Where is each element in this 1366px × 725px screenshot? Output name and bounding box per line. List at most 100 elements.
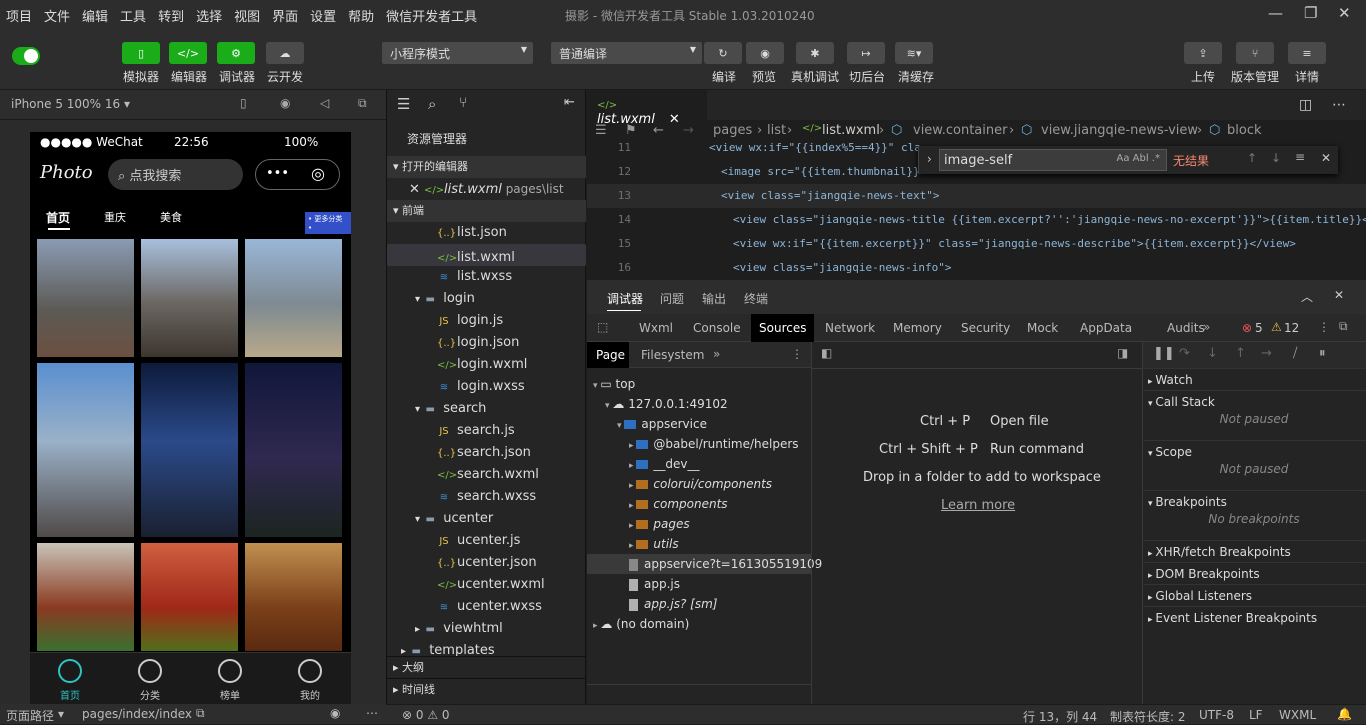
- tab-chongqing[interactable]: 重庆: [104, 209, 126, 225]
- photo-tile[interactable]: [141, 543, 238, 651]
- remote-debug-button[interactable]: 真机调试: [787, 68, 843, 85]
- problems-status[interactable]: ⊗ 0 ⚠ 0: [402, 708, 450, 722]
- sim-toggle[interactable]: [12, 47, 40, 65]
- frontend-header[interactable]: ▾ 前端: [387, 200, 586, 222]
- clear-cache-button[interactable]: 清缓存: [888, 68, 944, 85]
- source-folder[interactable]: ▾ ☁ 127.0.0.1:49102: [605, 394, 728, 414]
- file-item[interactable]: {..}list.json: [387, 222, 586, 244]
- step-into-icon[interactable]: ↓: [1207, 346, 1218, 361]
- devtools-tab-console[interactable]: Console: [693, 321, 741, 335]
- tab-size[interactable]: 制表符长度: 2: [1110, 708, 1186, 725]
- step-out-icon[interactable]: ↑: [1235, 346, 1246, 361]
- folder-item[interactable]: ▸ ▬ viewhtml: [387, 618, 586, 640]
- chevron-up-icon[interactable]: ︿: [1301, 288, 1313, 305]
- source-folder[interactable]: ▾ ▭ top: [593, 374, 635, 394]
- menu-item[interactable]: 编辑: [76, 6, 114, 25]
- pane-watch[interactable]: ▸ Watch: [1142, 368, 1366, 390]
- sound-icon[interactable]: ◁: [320, 96, 329, 110]
- file-item[interactable]: ≋ login.wxss: [387, 376, 586, 398]
- background-button[interactable]: 切后台: [839, 68, 895, 85]
- source-file[interactable]: app.js? [sm]: [629, 594, 717, 614]
- file-item[interactable]: {..}search.json: [387, 442, 586, 464]
- menu-item[interactable]: 界面: [266, 6, 304, 25]
- close-window-icon[interactable]: ✕: [1338, 4, 1351, 22]
- open-editor-item[interactable]: ✕ </>list.wxml pages\list: [387, 178, 586, 200]
- refresh-icon[interactable]: ↻: [704, 42, 742, 64]
- find-options[interactable]: Aa Abl .*: [1117, 153, 1160, 164]
- tab-debugger[interactable]: 调试器: [607, 290, 643, 307]
- preview-button[interactable]: 预览: [736, 68, 792, 85]
- eol[interactable]: LF: [1249, 708, 1263, 722]
- kebab-icon[interactable]: ⋮: [1318, 320, 1330, 334]
- step-over-icon[interactable]: ↷: [1179, 346, 1190, 361]
- menu-item[interactable]: 选择: [190, 6, 228, 25]
- search-icon[interactable]: ⌕: [428, 95, 436, 113]
- close-icon[interactable]: ✕: [409, 182, 424, 197]
- source-folder[interactable]: ▸ ☁ (no domain): [593, 614, 689, 634]
- devtools-tab-network[interactable]: Network: [825, 321, 875, 335]
- tab-food[interactable]: 美食: [160, 209, 182, 225]
- code-line[interactable]: 14 <view class="jiangqie-news-title {{it…: [587, 208, 1366, 232]
- more-icon[interactable]: ⋯: [1332, 97, 1346, 113]
- menu-icon[interactable]: ≡: [1288, 42, 1326, 64]
- switch-icon[interactable]: ↦: [847, 42, 885, 64]
- page-path-label[interactable]: 页面路径: [6, 707, 54, 724]
- photo-tile[interactable]: [37, 363, 134, 537]
- file-item[interactable]: JS ucenter.js: [387, 530, 586, 552]
- file-item[interactable]: JS search.js: [387, 420, 586, 442]
- bug-icon[interactable]: ✱: [796, 42, 834, 64]
- menu-item[interactable]: 转到: [152, 6, 190, 25]
- code-line[interactable]: 13 <view class="jiangqie-news-text">: [587, 184, 1366, 208]
- source-folder[interactable]: ▸ colorui/components: [629, 474, 772, 494]
- pane-xhr-fetch-breakpoints[interactable]: ▸ XHR/fetch Breakpoints: [1142, 540, 1366, 562]
- pane-dom-breakpoints[interactable]: ▸ DOM Breakpoints: [1142, 562, 1366, 584]
- file-item[interactable]: </>login.wxml: [387, 354, 586, 376]
- upload-button[interactable]: 上传: [1175, 68, 1231, 85]
- source-folder[interactable]: ▸ __dev__: [629, 454, 700, 474]
- source-folder[interactable]: ▸ pages: [629, 514, 690, 534]
- version-button[interactable]: 版本管理: [1227, 68, 1283, 85]
- learn-more-link[interactable]: Learn more: [941, 498, 1015, 513]
- phone-icon[interactable]: ▯: [240, 96, 247, 110]
- menu-item[interactable]: 微信开发者工具: [380, 6, 483, 25]
- menu-item[interactable]: 项目: [0, 6, 38, 25]
- menu-item[interactable]: 设置: [304, 6, 342, 25]
- file-item[interactable]: {..}ucenter.json: [387, 552, 586, 574]
- deactivate-breakpoints-icon[interactable]: ⧸: [1293, 346, 1297, 361]
- kebab-icon[interactable]: ⋮: [791, 347, 803, 361]
- layers-icon[interactable]: ≋▾: [895, 42, 933, 64]
- source-folder[interactable]: ▸ components: [629, 494, 728, 514]
- tabbar-category[interactable]: 分类: [110, 659, 190, 702]
- photo-tile[interactable]: [141, 363, 238, 537]
- maximize-icon[interactable]: ❐: [1304, 4, 1317, 22]
- folder-item[interactable]: ▾ ▬ search: [387, 398, 586, 420]
- copy-icon[interactable]: ⧉: [196, 706, 205, 721]
- more-tabs-icon[interactable]: »: [713, 347, 720, 361]
- capsule-menu[interactable]: ••• ◎: [255, 159, 340, 190]
- pane-event-listener-breakpoints[interactable]: ▸ Event Listener Breakpoints: [1142, 606, 1366, 628]
- close-icon[interactable]: ✕: [1334, 288, 1344, 302]
- branch-icon[interactable]: ⑂: [1236, 42, 1274, 64]
- source-file[interactable]: app.js: [629, 574, 680, 594]
- menu-item[interactable]: 文件: [38, 6, 76, 25]
- nav-tab-page[interactable]: Page: [587, 342, 629, 368]
- popout-icon[interactable]: ⧉: [358, 96, 367, 111]
- file-item[interactable]: </>ucenter.wxml: [387, 574, 586, 596]
- simulator-icon[interactable]: ▯: [122, 42, 160, 64]
- menu-item[interactable]: 视图: [228, 6, 266, 25]
- devtools-tab-audits[interactable]: Audits: [1167, 321, 1205, 335]
- search-bar[interactable]: ⌕ 点我搜索: [108, 159, 243, 190]
- error-count[interactable]: 5: [1255, 321, 1263, 335]
- open-editors-header[interactable]: ▾ 打开的编辑器: [387, 156, 586, 178]
- folder-item[interactable]: ▾ ▬ ucenter: [387, 508, 586, 530]
- photo-tile[interactable]: [245, 543, 342, 651]
- debugger-icon[interactable]: ⚙: [217, 42, 255, 64]
- record-icon[interactable]: ◉: [280, 96, 290, 110]
- source-control-icon[interactable]: ⑂: [459, 95, 467, 111]
- find-input[interactable]: image-self Aa Abl .*: [939, 149, 1167, 171]
- details-button[interactable]: 详情: [1279, 68, 1335, 85]
- pane-breakpoints[interactable]: ▾ Breakpoints: [1142, 490, 1366, 512]
- pane-call-stack[interactable]: ▾ Call Stack: [1142, 390, 1366, 412]
- device-select[interactable]: iPhone 5 100% 16 ▾: [11, 97, 130, 111]
- devtools-tab-mock[interactable]: Mock: [1027, 321, 1058, 335]
